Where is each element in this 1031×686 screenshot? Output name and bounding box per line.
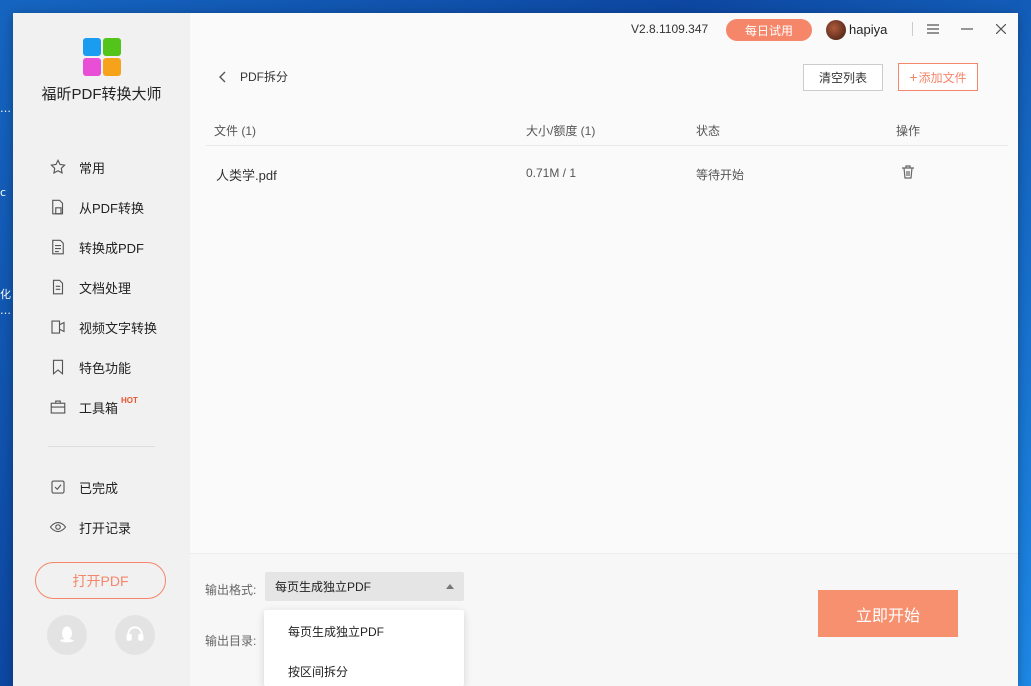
desktop-text: 化 <box>0 288 11 301</box>
document-icon <box>48 277 68 297</box>
file-name: 人类学.pdf <box>216 168 277 183</box>
sidebar-item-from-pdf[interactable]: 从PDF转换 <box>48 195 144 219</box>
trash-icon[interactable] <box>900 164 916 180</box>
output-format-value: 每页生成独立PDF <box>275 580 372 594</box>
sidebar-divider <box>48 446 155 447</box>
open-pdf-button[interactable]: 打开PDF <box>35 562 166 599</box>
dropdown-option[interactable]: 每页生成独立PDF <box>288 623 384 640</box>
sidebar-item-to-pdf[interactable]: 转换成PDF <box>48 235 144 259</box>
sidebar-item-features[interactable]: 特色功能 <box>48 355 131 379</box>
sidebar-item-video-text[interactable]: 视频文字转换 <box>48 315 157 339</box>
sidebar-item-label: 已完成 <box>79 480 119 496</box>
sidebar-item-label: 从PDF转换 <box>79 200 145 216</box>
column-header-size: 大小/额度 (1) <box>526 124 596 138</box>
headset-icon <box>125 624 145 647</box>
app-name: 福昕PDF转换大师 <box>41 86 162 103</box>
caret-up-icon <box>446 584 454 589</box>
avatar[interactable] <box>826 20 846 40</box>
sidebar: 福昕PDF转换大师 常用 从PDF转换 转换成PDF 文档处理 视频文字转换 特… <box>13 13 190 686</box>
qq-button[interactable] <box>47 615 87 655</box>
clear-list-button[interactable]: 清空列表 <box>803 64 883 91</box>
column-header-action: 操作 <box>896 124 921 138</box>
daily-trial-button[interactable]: 每日试用 <box>726 19 812 41</box>
qq-icon <box>57 624 77 647</box>
start-button[interactable]: 立即开始 <box>818 590 958 637</box>
sidebar-item-label: 常用 <box>79 160 106 176</box>
app-logo <box>83 38 123 78</box>
desktop-text: … <box>0 102 11 115</box>
star-icon <box>48 157 68 177</box>
output-format-label: 输出格式: <box>205 583 257 597</box>
page-title: PDF拆分 <box>240 70 289 84</box>
table-header-divider <box>206 145 1008 146</box>
bookmark-icon <box>48 357 68 377</box>
title-bar: V2.8.1109.347 每日试用 hapiya <box>190 13 1018 47</box>
menu-icon[interactable] <box>923 19 943 39</box>
sidebar-item-label: 转换成PDF <box>79 240 145 256</box>
back-icon[interactable] <box>218 71 226 83</box>
desktop-text: … <box>0 304 11 317</box>
file-size: 0.71M / 1 <box>526 166 577 180</box>
version-text: V2.8.1109.347 <box>631 22 709 36</box>
username[interactable]: hapiya <box>849 22 887 37</box>
breadcrumb: PDF拆分 <box>218 68 288 85</box>
add-file-label: 添加文件 <box>918 70 967 85</box>
sidebar-item-label: 工具箱 <box>79 400 119 416</box>
column-header-file: 文件 (1) <box>214 124 257 138</box>
sidebar-item-toolbox[interactable]: 工具箱 HOT <box>48 395 138 419</box>
eye-icon <box>48 517 68 537</box>
add-file-button[interactable]: + 添加文件 <box>898 63 978 91</box>
output-dir-label: 输出目录: <box>205 634 257 648</box>
sidebar-item-document[interactable]: 文档处理 <box>48 275 131 299</box>
dropdown-option[interactable]: 按区间拆分 <box>288 663 348 680</box>
sidebar-item-completed[interactable]: 已完成 <box>48 475 118 499</box>
hot-badge: HOT <box>121 395 138 405</box>
plus-icon: + <box>909 69 918 85</box>
sidebar-item-common[interactable]: 常用 <box>48 155 105 179</box>
titlebar-divider <box>912 22 913 36</box>
support-button[interactable] <box>115 615 155 655</box>
video-text-icon <box>48 317 68 337</box>
sidebar-item-label: 文档处理 <box>79 280 132 296</box>
file-status: 等待开始 <box>696 168 745 182</box>
column-header-status: 状态 <box>696 124 721 138</box>
desktop-text: c <box>0 186 7 199</box>
to-pdf-icon <box>48 237 68 257</box>
close-icon[interactable] <box>991 19 1011 39</box>
output-format-select[interactable]: 每页生成独立PDF <box>265 572 464 601</box>
sidebar-item-label: 打开记录 <box>79 520 132 536</box>
minimize-icon[interactable] <box>957 19 977 39</box>
toolbox-icon <box>48 397 68 417</box>
main-panel: V2.8.1109.347 每日试用 hapiya PDF拆分 清空列表 + 添… <box>190 13 1018 686</box>
from-pdf-icon <box>48 197 68 217</box>
app-window: 福昕PDF转换大师 常用 从PDF转换 转换成PDF 文档处理 视频文字转换 特… <box>13 13 1018 686</box>
sidebar-item-history[interactable]: 打开记录 <box>48 515 131 539</box>
sidebar-item-label: 特色功能 <box>79 360 132 376</box>
format-dropdown: 每页生成独立PDF 按区间拆分 <box>264 610 464 686</box>
sidebar-item-label: 视频文字转换 <box>79 320 158 336</box>
check-icon <box>48 477 68 497</box>
